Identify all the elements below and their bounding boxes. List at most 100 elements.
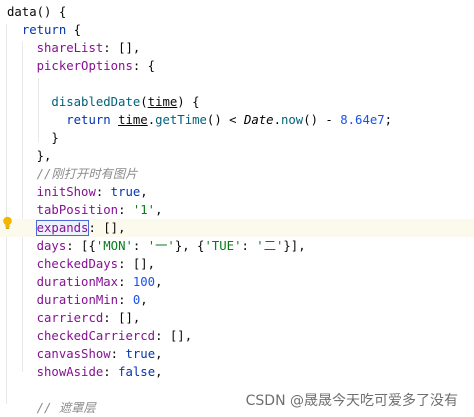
code-token: . [147, 113, 156, 127]
code-token: shareList [36, 41, 104, 55]
code-token: tabPosition [36, 203, 119, 217]
code-token: data() { [7, 5, 67, 19]
code-token: : [], [103, 311, 141, 325]
code-token: false [118, 365, 156, 379]
code-token: return [21, 23, 67, 37]
code-line[interactable]: disabledDate(time) { [0, 93, 474, 111]
code-token: : [110, 347, 126, 361]
code-token: }, [7, 149, 52, 163]
code-token: showAside [36, 365, 104, 379]
code-token: : [95, 185, 111, 199]
code-line[interactable]: pickerOptions: { [0, 57, 474, 75]
code-token: checkedCarriercd [36, 329, 156, 343]
code-line[interactable]: //刚打开时有图片 [0, 165, 474, 183]
code-line[interactable]: return time.getTime() < Date.now() - 8.6… [0, 111, 474, 129]
code-token: } [7, 131, 59, 145]
code-token: () - [303, 113, 341, 127]
code-line[interactable]: canvasShow: true, [0, 345, 474, 363]
code-token: : [118, 203, 133, 217]
code-token: time [118, 113, 148, 127]
code-token: //刚打开时有图片 [36, 167, 138, 181]
code-token: Date [243, 113, 274, 127]
code-editor[interactable]: data() { return { shareList: [], pickerO… [0, 0, 474, 415]
code-line[interactable]: } [0, 129, 474, 147]
code-line[interactable]: initShow: true, [0, 183, 474, 201]
code-token: }], [283, 239, 306, 253]
code-line[interactable]: shareList: [], [0, 39, 474, 57]
code-token: carriercd [36, 311, 104, 325]
code-line[interactable]: durationMax: 100, [0, 273, 474, 291]
code-line[interactable]: }, [0, 147, 474, 165]
code-token: pickerOptions [36, 59, 133, 73]
code-token: canvasShow [36, 347, 111, 361]
code-token: 100 [132, 275, 156, 289]
code-token: { [66, 23, 82, 37]
code-token: : [], [155, 329, 193, 343]
code-token: '1' [132, 203, 156, 217]
code-line[interactable]: days: [{'MON': '一'}, {'TUE': '二'}], [0, 237, 474, 255]
code-token: () < [206, 113, 244, 127]
code-token: disabledDate [51, 95, 141, 109]
code-token: getTime [155, 113, 207, 127]
code-token: : [118, 275, 133, 289]
code-token: initShow [36, 185, 96, 199]
code-token: now [280, 113, 304, 127]
code-token: '二' [256, 239, 284, 253]
code-line[interactable]: checkedCarriercd: [], [0, 327, 474, 345]
code-line[interactable]: return { [0, 21, 474, 39]
code-token: }, { [174, 239, 205, 253]
code-line[interactable]: carriercd: [], [0, 309, 474, 327]
code-token: : { [132, 59, 156, 73]
code-token: days [36, 239, 67, 253]
watermark: CSDN @晟晟今天吃可爱多了没有 [245, 393, 458, 409]
code-token: : [103, 365, 119, 379]
code-line[interactable]: data() { [0, 3, 474, 21]
code-token: , [155, 275, 163, 289]
code-token: , [155, 203, 163, 217]
code-line[interactable] [0, 75, 474, 93]
code-token: : [{ [66, 239, 96, 253]
code-token: durationMin [36, 293, 119, 307]
code-token: . [273, 113, 281, 127]
code-line[interactable]: tabPosition: '1', [0, 201, 474, 219]
code-line-caret[interactable]: expands: [], [0, 219, 474, 237]
code-token: return [66, 113, 111, 127]
code-token: 'MON' [95, 239, 133, 253]
code-line[interactable]: durationMin: 0, [0, 291, 474, 309]
code-token: : [], [118, 257, 156, 271]
code-token: true [110, 185, 141, 199]
code-token: checkedDays [36, 257, 119, 271]
code-token: expands [35, 220, 90, 236]
code-token: 'TUE' [204, 239, 242, 253]
code-line[interactable]: showAside: false, [0, 363, 474, 381]
code-token: ( [140, 95, 148, 109]
code-token: durationMax [36, 275, 119, 289]
code-token: ) { [177, 95, 200, 109]
code-line[interactable]: checkedDays: [], [0, 255, 474, 273]
code-token: , [140, 185, 148, 199]
lightbulb-icon[interactable] [2, 216, 13, 230]
code-token: , [140, 293, 148, 307]
code-token: : [118, 293, 133, 307]
code-token: '一' [147, 239, 175, 253]
code-token: : [], [88, 221, 126, 235]
code-token: time [147, 95, 178, 109]
code-token: true [125, 347, 156, 361]
